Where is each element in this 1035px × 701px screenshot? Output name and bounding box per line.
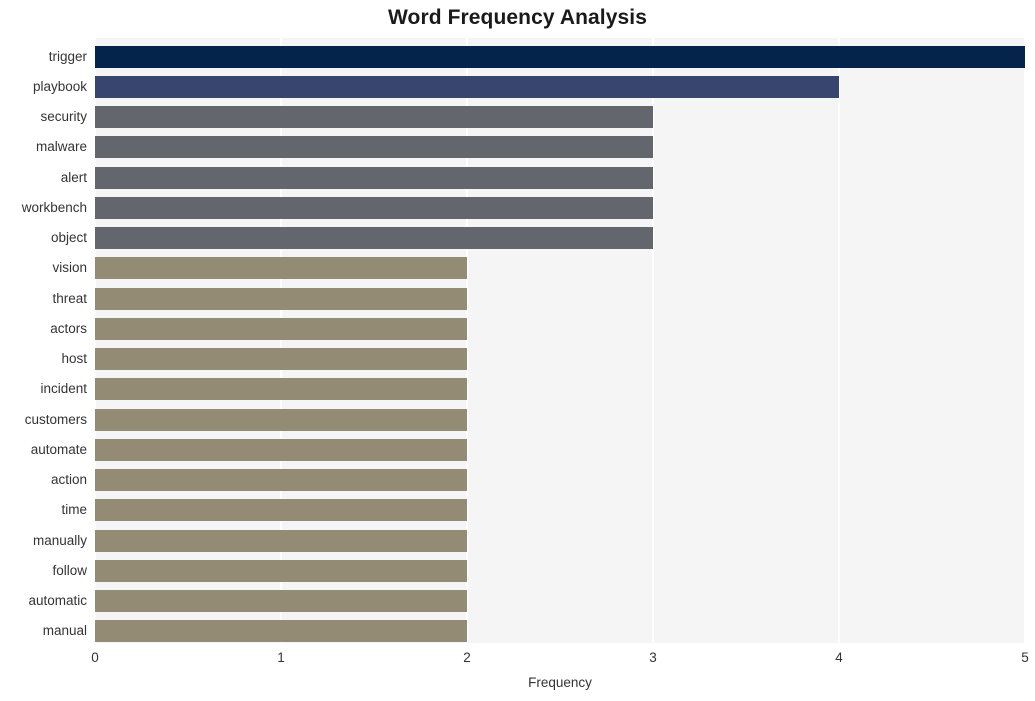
y-tick-label-manually: manually [32, 532, 87, 548]
y-tick-label-automatic: automatic [28, 593, 87, 609]
bar-row [95, 75, 1025, 98]
y-tick-label-action: action [50, 472, 87, 488]
y-tick-label-trigger: trigger [48, 48, 87, 64]
bar-row [95, 378, 1025, 401]
bar-trigger[interactable] [95, 45, 1025, 68]
bar-row [95, 257, 1025, 280]
bar-automate[interactable] [95, 438, 467, 461]
bar-workbench[interactable] [95, 196, 653, 219]
bar-incident[interactable] [95, 378, 467, 401]
bar-threat[interactable] [95, 287, 467, 310]
bar-row [95, 499, 1025, 522]
x-tick-label-2: 2 [463, 650, 471, 665]
y-tick-label-object: object [50, 230, 87, 246]
bar-follow[interactable] [95, 559, 467, 582]
bar-object[interactable] [95, 227, 653, 250]
bar-host[interactable] [95, 348, 467, 371]
bar-row [95, 287, 1025, 310]
gridline-x-2 [466, 38, 468, 643]
bar-row [95, 106, 1025, 129]
x-tick-label-3: 3 [649, 650, 657, 665]
bar-actors[interactable] [95, 317, 467, 340]
bar-row [95, 196, 1025, 219]
y-tick-label-security: security [40, 109, 87, 125]
bar-manually[interactable] [95, 529, 467, 552]
bar-manual[interactable] [95, 620, 467, 643]
bar-security[interactable] [95, 106, 653, 129]
gridline-x-3 [652, 38, 654, 643]
bar-row [95, 529, 1025, 552]
y-tick-label-threat: threat [52, 290, 87, 306]
y-tick-label-time: time [61, 502, 87, 518]
bar-row [95, 559, 1025, 582]
bar-row [95, 590, 1025, 613]
bar-row [95, 227, 1025, 250]
x-tick-label-5: 5 [1021, 650, 1029, 665]
x-tick-label-4: 4 [835, 650, 843, 665]
bar-automatic[interactable] [95, 590, 467, 613]
chart-title: Word Frequency Analysis [387, 6, 648, 29]
bar-row [95, 317, 1025, 340]
bar-row [95, 438, 1025, 461]
y-tick-label-manual: manual [42, 623, 87, 639]
bar-row [95, 348, 1025, 371]
y-tick-label-alert: alert [60, 169, 87, 185]
y-tick-label-actors: actors [50, 320, 87, 336]
bar-row [95, 45, 1025, 68]
x-axis-title: Frequency [528, 675, 592, 690]
y-tick-label-automate: automate [30, 441, 87, 457]
y-tick-label-customers: customers [24, 411, 87, 427]
bar-malware[interactable] [95, 136, 653, 159]
bar-playbook[interactable] [95, 75, 839, 98]
bar-row [95, 166, 1025, 189]
word-frequency-chart: Word Frequency Analysis trigger playbook s… [0, 0, 1035, 701]
gridline-x-5 [1024, 38, 1025, 643]
gridline-x-4 [838, 38, 840, 643]
y-tick-label-follow: follow [52, 562, 87, 578]
plot-area [95, 38, 1025, 643]
bar-row [95, 469, 1025, 492]
y-tick-label-incident: incident [40, 381, 87, 397]
y-tick-label-workbench: workbench [21, 199, 87, 215]
y-tick-label-playbook: playbook [32, 78, 87, 94]
y-tick-label-host: host [61, 351, 87, 367]
y-tick-label-vision: vision [52, 260, 87, 276]
bar-time[interactable] [95, 499, 467, 522]
x-tick-label-1: 1 [277, 650, 285, 665]
bar-alert[interactable] [95, 166, 653, 189]
bar-action[interactable] [95, 469, 467, 492]
gridline-x-1 [280, 38, 282, 643]
y-tick-label-malware: malware [35, 139, 87, 155]
bar-row [95, 136, 1025, 159]
bar-customers[interactable] [95, 408, 467, 431]
bar-vision[interactable] [95, 257, 467, 280]
gridline-x-0 [95, 38, 96, 643]
bar-row [95, 620, 1025, 643]
bar-row [95, 408, 1025, 431]
x-tick-label-0: 0 [91, 650, 99, 665]
